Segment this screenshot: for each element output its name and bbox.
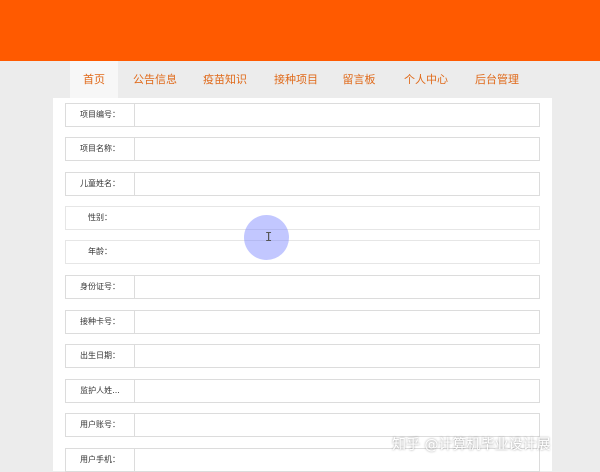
form-row-project-name: 项目名称： — [65, 137, 540, 161]
label-child-name: 儿童姓名： — [65, 172, 135, 196]
label-vaccination-card: 接种卡号： — [65, 310, 135, 334]
label-project-id: 项目编号： — [65, 103, 135, 127]
label-project-name: 项目名称： — [65, 137, 135, 161]
input-project-name[interactable] — [134, 137, 540, 161]
watermark-text: 知乎 @计算机毕业设计展 — [392, 437, 551, 453]
input-vaccination-card[interactable] — [134, 310, 540, 334]
label-birth-date: 出生日期： — [65, 344, 135, 368]
form-row-project-id: 项目编号： — [65, 103, 540, 127]
age-box[interactable] — [65, 240, 540, 264]
input-guardian-name[interactable] — [134, 379, 540, 403]
nav-vaccine-knowledge[interactable]: 疫苗知识 — [195, 61, 255, 98]
text-cursor-icon: I — [265, 230, 273, 244]
form-row-vaccination-card: 接种卡号： — [65, 310, 540, 334]
main-nav: 首页 公告信息 疫苗知识 接种项目 留言板 个人中心 后台管理 — [0, 61, 600, 98]
nav-announcements[interactable]: 公告信息 — [125, 61, 185, 98]
label-id-number: 身份证号： — [65, 275, 135, 299]
nav-vaccination-items[interactable]: 接种项目 — [266, 61, 326, 98]
label-age: 年龄： — [88, 247, 112, 256]
form-row-guardian-name: 监护人姓... — [65, 379, 540, 403]
label-user-account: 用户账号： — [65, 413, 135, 437]
form-row-id-number: 身份证号： — [65, 275, 540, 299]
input-project-id[interactable] — [134, 103, 540, 127]
form-row-age: 年龄： — [65, 240, 540, 264]
form-row-child-name: 儿童姓名： — [65, 172, 540, 196]
input-id-number[interactable] — [134, 275, 540, 299]
nav-admin[interactable]: 后台管理 — [467, 61, 527, 98]
form-panel: 项目编号： 项目名称： 儿童姓名： 性别： 年龄： 身份证号： 接种卡号： 出生… — [53, 98, 552, 472]
gender-box[interactable] — [65, 206, 540, 230]
label-user-phone: 用户手机： — [65, 448, 135, 472]
nav-home[interactable]: 首页 — [70, 61, 118, 98]
header-bar — [0, 0, 600, 61]
form-row-birth-date: 出生日期： — [65, 344, 540, 368]
label-guardian-name: 监护人姓... — [65, 379, 135, 403]
nav-message-board[interactable]: 留言板 — [335, 61, 383, 98]
form-row-gender: 性别： — [65, 206, 540, 230]
input-birth-date[interactable] — [134, 344, 540, 368]
input-child-name[interactable] — [134, 172, 540, 196]
nav-personal-center[interactable]: 个人中心 — [396, 61, 456, 98]
label-gender: 性别： — [88, 213, 112, 222]
